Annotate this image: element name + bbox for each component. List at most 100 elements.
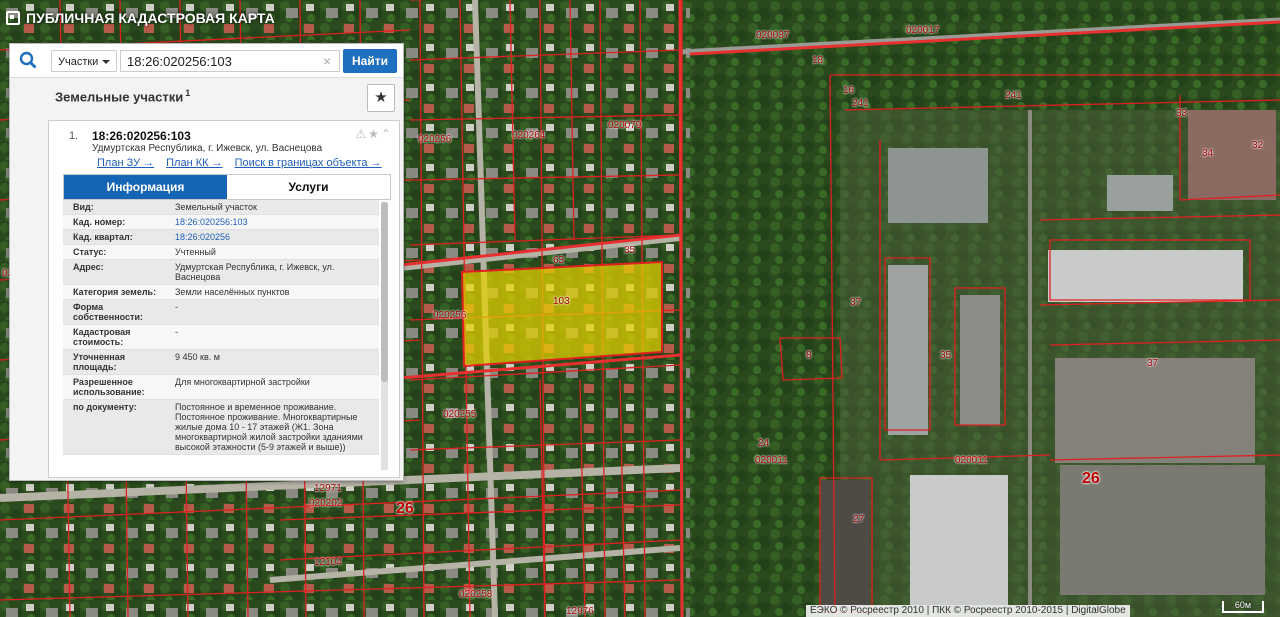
parcel-label: 35 — [624, 245, 636, 256]
info-key: Категория земель: — [73, 287, 157, 297]
search-type-label: Участки — [58, 56, 99, 68]
collapse-icon[interactable]: ⌃ — [381, 127, 393, 141]
result-tabs: Информация Услуги — [63, 174, 391, 200]
star-icon[interactable]: ★ — [368, 127, 381, 141]
parcel-label: 12971 — [314, 483, 342, 494]
tab-services[interactable]: Услуги — [227, 175, 390, 199]
info-row: Статус: Учтенный — [63, 245, 379, 260]
info-row: Уточненная площадь: 9 450 кв. м — [63, 350, 379, 375]
parcel-label: 37 — [1147, 358, 1159, 369]
card-tools: ⚠★⌃ — [355, 127, 393, 141]
selected-parcel-label: 103 — [553, 296, 570, 307]
parcel-label: 33 — [1176, 108, 1188, 119]
info-key: Кад. номер: — [73, 217, 126, 227]
parcel-label: 241 — [852, 98, 869, 109]
info-row: Адрес: Удмуртская Республика, г. Ижевск, … — [63, 260, 379, 285]
info-row: Вид: Земельный участок — [63, 200, 379, 215]
close-icon[interactable]: × — [323, 52, 331, 70]
info-row: Кад. квартал: 18:26:020256 — [63, 230, 379, 245]
info-key: Уточненная площадь: — [73, 352, 125, 372]
parcel-label: 12976 — [566, 606, 594, 617]
app-header: ПУБЛИЧНАЯ КАДАСТРОВАЯ КАРТА — [6, 10, 275, 26]
map-attribution: ЕЭКО © Росреестр 2010 | ПКК © Росреестр … — [806, 605, 1130, 617]
info-value: Постоянное и временное проживание. Посто… — [175, 402, 363, 452]
favorites-button[interactable]: ★ — [367, 84, 395, 112]
link-plan-kk[interactable]: План КК → — [166, 157, 222, 169]
info-value: - — [175, 327, 178, 337]
quarter-label: 020255 — [443, 409, 477, 420]
info-value: Учтенный — [175, 247, 216, 257]
result-number: 1. — [69, 130, 79, 142]
parcel-label: 12104 — [314, 557, 342, 568]
info-value-link[interactable]: 18:26:020256:103 — [171, 215, 379, 229]
info-row: Кадастровая стоимость: - — [63, 325, 379, 350]
info-table: Вид: Земельный участок Кад. номер: 18:26:0… — [63, 200, 379, 472]
warning-icon[interactable]: ⚠ — [355, 127, 368, 141]
result-address: Удмуртская Республика, г. Ижевск, ул. Ва… — [92, 143, 323, 154]
parcel-label: 27 — [853, 514, 865, 525]
parcel-label: 16 — [843, 85, 855, 96]
info-value: 9 450 кв. м — [175, 352, 220, 362]
chevron-down-icon — [102, 60, 110, 64]
info-key: по документу: — [73, 402, 137, 412]
result-cad-number[interactable]: 18:26:020256:103 — [92, 129, 191, 143]
info-value: Для многоквартирной застройки — [175, 377, 310, 387]
parcel-label: 32 — [1252, 140, 1264, 151]
search-panel: Участки × Найти Земельные участки1 ★ 1. … — [9, 43, 404, 481]
parcel-label: 8 — [806, 350, 812, 361]
info-key: Форма собственности: — [73, 302, 143, 322]
district-label: 26 — [1082, 470, 1100, 487]
quarter-label: 020079 — [608, 120, 642, 131]
quarter-label: 020264 — [512, 130, 546, 141]
star-icon: ★ — [374, 89, 388, 106]
result-links: План ЗУ → План КК → Поиск в границах объ… — [97, 157, 382, 169]
info-key: Вид: — [73, 202, 94, 212]
district-label: 26 — [396, 500, 414, 517]
info-value: Удмуртская Республика, г. Ижевск, ул. Ва… — [175, 262, 335, 282]
info-key: Кадастровая стоимость: — [73, 327, 131, 347]
results-header: Земельные участки 1 ★ — [10, 78, 403, 116]
info-row: Категория земель: Земли населённых пункто… — [63, 285, 379, 300]
parcel-label: 241 — [1005, 90, 1022, 101]
quarter-label: 020256 — [433, 310, 467, 321]
tab-info[interactable]: Информация — [64, 175, 227, 199]
quarter-label: 020256 — [418, 134, 452, 145]
parcel-label: 18 — [812, 55, 824, 66]
info-key: Разрешенное использование: — [73, 377, 145, 397]
search-icon[interactable] — [19, 51, 37, 69]
info-scrollbar[interactable] — [381, 202, 388, 470]
info-key: Статус: — [73, 247, 107, 257]
quarter-label: 020258 — [459, 589, 493, 600]
info-value-link[interactable]: 18:26:020256 — [171, 230, 379, 244]
info-value: Земли населённых пунктов — [175, 287, 290, 297]
results-count: 1 — [185, 88, 191, 98]
search-button[interactable]: Найти — [343, 49, 397, 73]
search-bar: Участки × Найти — [10, 44, 403, 78]
parcel-label: 37 — [850, 297, 862, 308]
selected-parcel — [460, 260, 663, 368]
search-input[interactable] — [120, 50, 340, 72]
info-row: Разрешенное использование: Для многокварт… — [63, 375, 379, 400]
parcel-label: 63 — [553, 255, 565, 266]
search-type-select[interactable]: Участки — [51, 50, 117, 72]
info-key: Кад. квартал: — [73, 232, 133, 242]
info-value: Земельный участок — [175, 202, 257, 212]
results-title: Земельные участки 1 — [55, 88, 190, 104]
info-row: по документу: Постоянное и временное прож… — [63, 400, 379, 455]
link-search-within[interactable]: Поиск в границах объекта → — [235, 157, 382, 169]
logo-icon — [6, 11, 20, 25]
quarter-label: 020017 — [906, 25, 940, 36]
link-plan-zu[interactable]: План ЗУ → — [97, 157, 154, 169]
parcel-label: 34 — [1202, 148, 1214, 159]
quarter-label: 020037 — [756, 30, 790, 41]
quarter-label: 020202 — [309, 498, 343, 509]
info-value: - — [175, 302, 178, 312]
scrollbar-thumb[interactable] — [381, 202, 388, 382]
info-row: Форма собственности: - — [63, 300, 379, 325]
parcel-label: 24 — [758, 438, 770, 449]
result-card: 1. 18:26:020256:103 Удмуртская Республик… — [48, 120, 400, 478]
quarter-label: 020011 — [955, 455, 988, 466]
results-title-text: Земельные участки — [55, 89, 184, 105]
parcel-label: 35 — [940, 350, 952, 361]
info-row: Кад. номер: 18:26:020256:103 — [63, 215, 379, 230]
